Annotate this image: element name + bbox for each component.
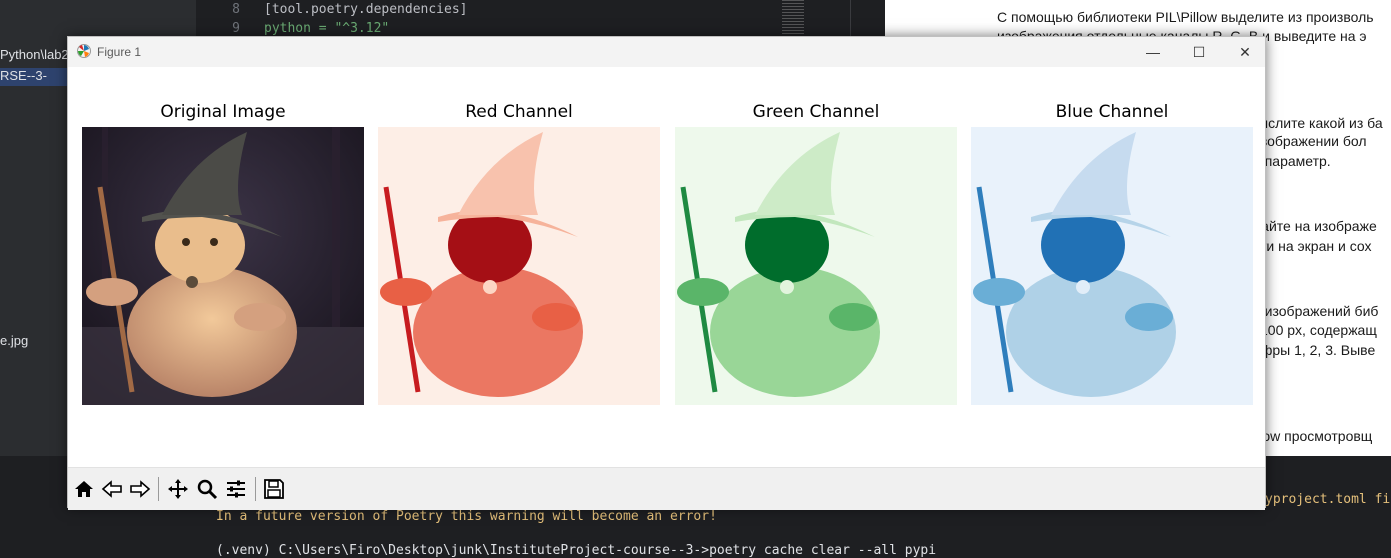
project-panel: Python\lab2 RSE--3- e.jpg bbox=[0, 46, 69, 466]
close-button[interactable]: ✕ bbox=[1222, 37, 1268, 67]
toolbar-separator bbox=[158, 477, 159, 501]
doc-text: изображении бол bbox=[1253, 133, 1367, 149]
minimize-button[interactable]: — bbox=[1130, 37, 1176, 67]
doc-text: x100 px, содержащ bbox=[1253, 322, 1377, 338]
home-button[interactable] bbox=[70, 475, 98, 503]
project-item[interactable]: Python\lab2 bbox=[0, 47, 69, 62]
subplots-icon bbox=[227, 480, 245, 498]
forward-button[interactable] bbox=[126, 475, 154, 503]
panel-title: Blue Channel bbox=[1055, 102, 1169, 122]
maximize-button[interactable]: ☐ bbox=[1176, 37, 1222, 67]
matplotlib-toolbar bbox=[68, 467, 1265, 510]
terminal-command: (.venv) C:\Users\Firo\Desktop\junk\Insti… bbox=[216, 543, 937, 558]
doc-text: о изображений биб bbox=[1253, 303, 1379, 319]
back-button[interactable] bbox=[98, 475, 126, 503]
subplots-button[interactable] bbox=[222, 475, 250, 503]
original-image bbox=[82, 127, 364, 405]
red-channel-image bbox=[378, 127, 660, 405]
panel-title: Green Channel bbox=[752, 102, 880, 122]
figure-canvas[interactable]: Original Image Red Channel Green Channel… bbox=[68, 67, 1265, 467]
pan-button[interactable] bbox=[164, 475, 192, 503]
pan-icon bbox=[168, 479, 188, 499]
code-minimap[interactable] bbox=[782, 0, 804, 40]
doc-text: illow просмотровщ bbox=[1253, 428, 1373, 444]
project-item[interactable]: e.jpg bbox=[0, 333, 28, 348]
terminal-line: yproject.toml file bbox=[1265, 492, 1391, 507]
line-number: 9 bbox=[232, 21, 240, 36]
doc-text: сти на экран и сох bbox=[1253, 238, 1372, 254]
back-icon bbox=[101, 480, 122, 498]
doc-text: числите какой из ба bbox=[1253, 115, 1383, 131]
toolbar-separator bbox=[255, 477, 256, 501]
code-line[interactable]: [tool.poetry.dependencies] bbox=[264, 2, 468, 17]
doc-text: ифры 1, 2, 3. Выве bbox=[1253, 342, 1376, 358]
panel-title: Original Image bbox=[160, 102, 286, 122]
home-icon bbox=[75, 481, 93, 497]
forward-icon bbox=[130, 480, 151, 498]
terminal-warning: In a future version of Poetry this warni… bbox=[216, 509, 717, 524]
panel-title: Red Channel bbox=[465, 102, 573, 122]
code-line[interactable]: python = "^3.12" bbox=[264, 21, 389, 36]
zoom-button[interactable] bbox=[193, 475, 221, 503]
figure-window[interactable]: Figure 1 — ☐ ✕ Original Image Red Channe… bbox=[67, 36, 1266, 510]
green-channel-image bbox=[675, 127, 957, 405]
save-icon bbox=[264, 479, 284, 499]
line-number: 8 bbox=[232, 2, 240, 17]
doc-text: С помощью библиотеки PIL\Pillow выделите… bbox=[997, 9, 1374, 25]
zoom-icon bbox=[197, 479, 218, 500]
blue-channel-image bbox=[971, 127, 1253, 405]
window-title: Figure 1 bbox=[97, 45, 142, 59]
window-titlebar[interactable]: Figure 1 — ☐ ✕ bbox=[68, 37, 1265, 67]
project-item-selected[interactable]: RSE--3- bbox=[0, 68, 67, 86]
save-button[interactable] bbox=[260, 475, 288, 503]
matplotlib-icon bbox=[77, 44, 91, 58]
doc-text: дайте на изображе bbox=[1253, 218, 1377, 234]
